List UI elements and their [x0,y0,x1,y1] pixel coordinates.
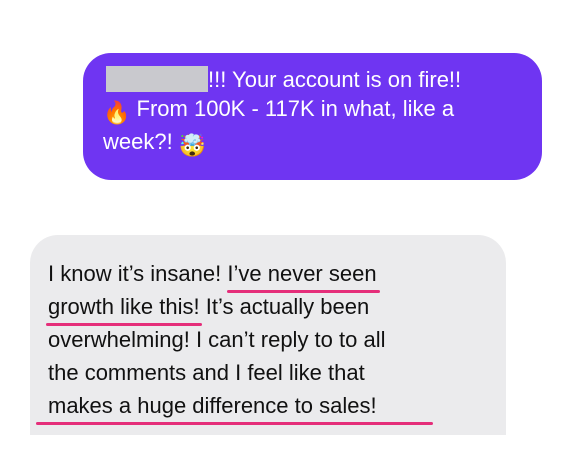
exploding-head-emoji-icon: 🤯 [178,133,207,158]
redacted-name-block [106,66,208,92]
received-text-3: overwhelming! I can’t reply to to all [48,327,386,352]
sent-message-line-2: 🔥 From 100K - 117K in what, like a [103,94,520,127]
received-message-line-4: the comments and I feel like that [48,356,486,389]
sent-message-bubble[interactable]: !!! Your account is on fire!! 🔥 From 100… [83,53,542,180]
sent-message-text-1: !!! Your account is on fire!! [208,67,462,92]
received-text-4: the comments and I feel like that [48,360,365,385]
received-message-bubble[interactable]: I know it’s insane! I’ve never seen grow… [30,235,506,435]
received-message-line-1: I know it’s insane! I’ve never seen [48,257,486,293]
underlined-highlight-1: I’ve never seen [227,257,380,293]
received-message-line-3: overwhelming! I can’t reply to to all [48,323,486,356]
received-message-line-2: growth like this! It’s actually been [46,290,486,326]
underlined-highlight-3: makes a huge difference to sales! [36,389,433,425]
received-message-line-5: makes a huge difference to sales! [36,389,486,425]
underlined-highlight-2: growth like this! [46,290,202,326]
fire-emoji-icon: 🔥 [103,100,131,125]
sent-message-line-1: !!! Your account is on fire!! [103,65,520,94]
sent-message-text-3: week?! [103,129,173,154]
received-text-1a: I know it’s insane! [48,261,222,286]
sent-message-text-2: From 100K - 117K in what, like a [136,96,455,121]
message-thread: !!! Your account is on fire!! 🔥 From 100… [0,0,574,474]
sent-message-line-3: week?! 🤯 [103,127,520,160]
received-text-2b: It’s actually been [199,294,370,319]
